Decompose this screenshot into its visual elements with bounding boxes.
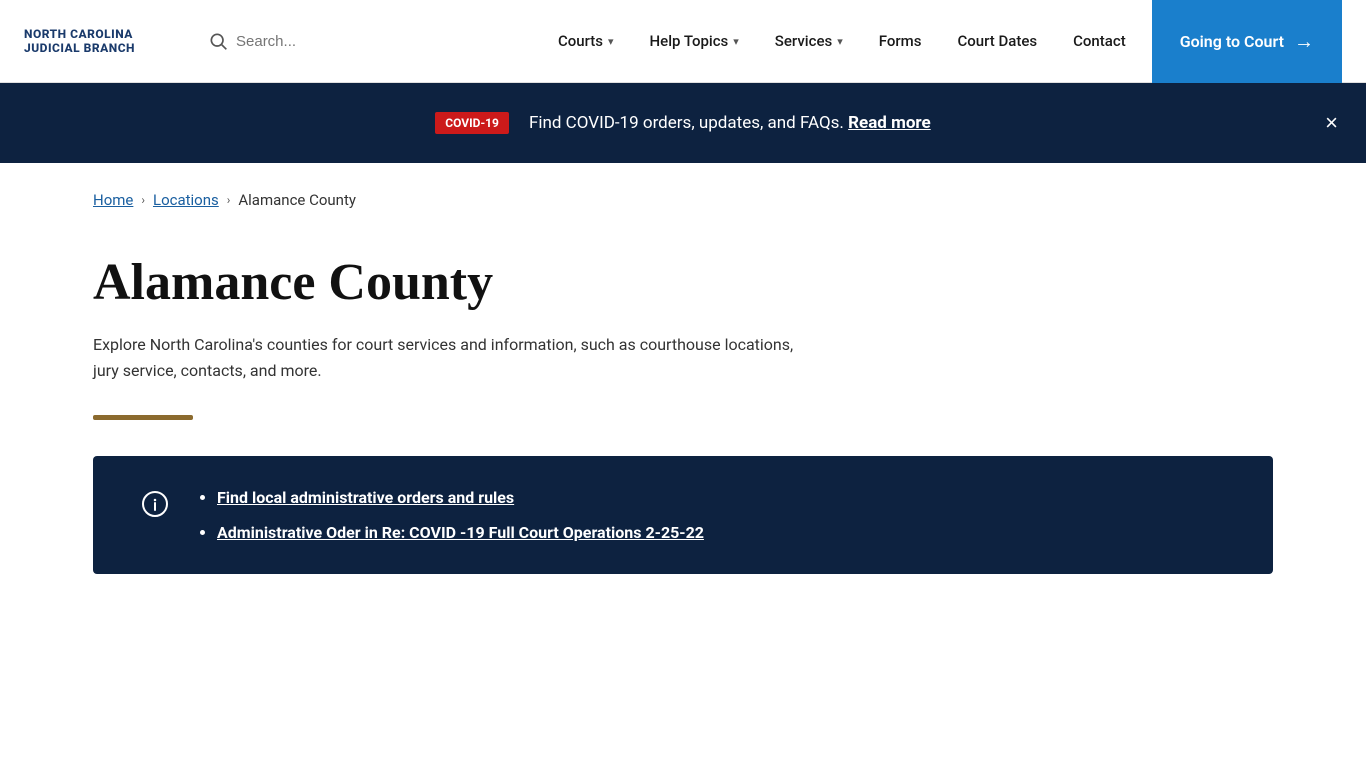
search-input[interactable] bbox=[236, 33, 376, 50]
list-item: Find local administrative orders and rul… bbox=[217, 488, 704, 507]
search-icon bbox=[208, 31, 228, 51]
going-to-court-button[interactable]: Going to Court → bbox=[1152, 0, 1342, 83]
site-logo[interactable]: NORTH CAROLINA JUDICIAL BRANCH bbox=[24, 27, 184, 55]
chevron-down-icon: ▾ bbox=[608, 35, 614, 48]
breadcrumb-current: Alamance County bbox=[238, 191, 356, 209]
page-subtitle: Explore North Carolina's counties for co… bbox=[93, 332, 813, 383]
chevron-down-icon: ▾ bbox=[837, 35, 843, 48]
nav-links: Courts ▾ Help Topics ▾ Services ▾ Forms … bbox=[540, 0, 1144, 82]
nav-item-help-topics[interactable]: Help Topics ▾ bbox=[632, 0, 757, 82]
main-nav: NORTH CAROLINA JUDICIAL BRANCH Courts ▾ … bbox=[0, 0, 1366, 83]
main-content: Home › Locations › Alamance County Alama… bbox=[33, 163, 1333, 574]
logo-line1: NORTH CAROLINA bbox=[24, 27, 184, 41]
info-box: Find local administrative orders and rul… bbox=[93, 456, 1273, 574]
breadcrumb-sep-1: › bbox=[141, 193, 145, 207]
covid-close-button[interactable]: × bbox=[1325, 112, 1338, 134]
chevron-down-icon: ▾ bbox=[733, 35, 739, 48]
gold-divider bbox=[93, 415, 193, 420]
nav-item-courts[interactable]: Courts ▾ bbox=[540, 0, 632, 82]
breadcrumb-home[interactable]: Home bbox=[93, 191, 133, 209]
covid-banner: COVID-19 Find COVID-19 orders, updates, … bbox=[0, 83, 1366, 163]
admin-orders-link[interactable]: Find local administrative orders and rul… bbox=[217, 488, 514, 507]
info-icon bbox=[141, 490, 169, 525]
logo-line2: JUDICIAL BRANCH bbox=[24, 41, 184, 55]
page-title: Alamance County bbox=[93, 253, 1273, 312]
breadcrumb-sep-2: › bbox=[227, 193, 231, 207]
alert-circle-icon bbox=[141, 490, 169, 518]
breadcrumb: Home › Locations › Alamance County bbox=[93, 163, 1273, 229]
list-item: Administrative Oder in Re: COVID -19 Ful… bbox=[217, 523, 704, 542]
covid-text: Find COVID-19 orders, updates, and FAQs.… bbox=[529, 113, 931, 133]
breadcrumb-locations[interactable]: Locations bbox=[153, 191, 219, 209]
arrow-right-icon: → bbox=[1294, 29, 1314, 54]
covid-order-link[interactable]: Administrative Oder in Re: COVID -19 Ful… bbox=[217, 523, 704, 542]
nav-item-contact[interactable]: Contact bbox=[1055, 0, 1144, 82]
info-links-list: Find local administrative orders and rul… bbox=[197, 488, 704, 542]
nav-item-forms[interactable]: Forms bbox=[861, 0, 940, 82]
search-bar[interactable] bbox=[208, 31, 376, 51]
nav-item-services[interactable]: Services ▾ bbox=[757, 0, 861, 82]
covid-read-more-link[interactable]: Read more bbox=[848, 113, 931, 133]
covid-badge: COVID-19 bbox=[435, 112, 509, 134]
nav-item-court-dates[interactable]: Court Dates bbox=[939, 0, 1055, 82]
